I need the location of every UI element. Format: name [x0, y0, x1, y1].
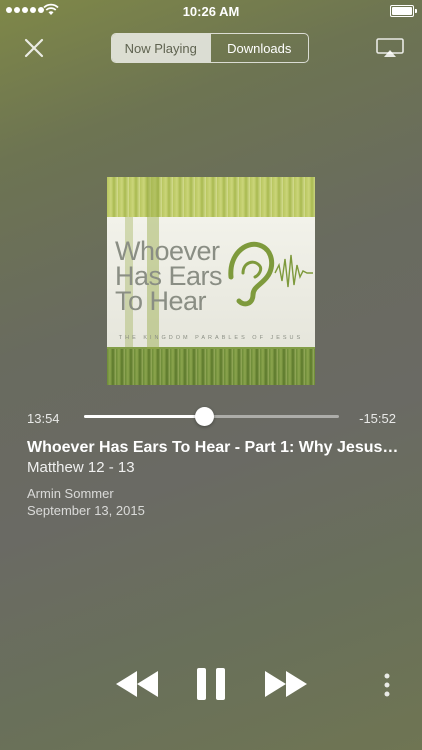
- artwork-grass-top: [107, 177, 315, 217]
- progress-knob[interactable]: [194, 407, 214, 426]
- album-artwork: Whoever Has Ears To Hear THE KINGDOM PAR…: [107, 177, 315, 385]
- view-segmented-control: Now Playing Downloads: [111, 33, 309, 63]
- fast-forward-icon[interactable]: [263, 669, 309, 699]
- speaker-name: Armin Sommer: [27, 486, 114, 501]
- tab-downloads[interactable]: Downloads: [209, 34, 309, 62]
- more-vertical-icon[interactable]: [383, 673, 391, 697]
- episode-date: September 13, 2015: [27, 503, 145, 518]
- episode-title: Whoever Has Ears To Hear - Part 1: Why J…: [27, 439, 399, 456]
- battery-icon: [390, 5, 417, 17]
- remaining-time: -15:52: [359, 411, 396, 426]
- status-bar: 10:26 AM: [0, 0, 422, 22]
- artwork-subtitle: THE KINGDOM PARABLES OF JESUS: [118, 335, 304, 341]
- close-icon[interactable]: [22, 36, 46, 60]
- rewind-icon[interactable]: [114, 669, 160, 699]
- ear-icon: [228, 241, 313, 307]
- elapsed-time: 13:54: [27, 411, 60, 426]
- artwork-grass-bottom: [107, 349, 315, 385]
- pause-icon[interactable]: [196, 667, 226, 701]
- scripture-reference: Matthew 12 - 13: [27, 459, 135, 476]
- status-time: 10:26 AM: [182, 4, 240, 19]
- progress-fill: [84, 415, 204, 418]
- progress-slider[interactable]: [84, 407, 339, 426]
- artwork-title: Whoever Has Ears To Hear: [115, 236, 223, 316]
- airplay-icon[interactable]: [376, 38, 404, 58]
- tab-now-playing[interactable]: Now Playing: [112, 34, 210, 62]
